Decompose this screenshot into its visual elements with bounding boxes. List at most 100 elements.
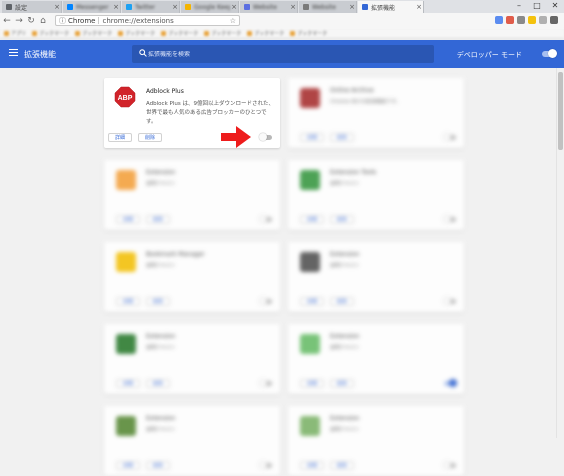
remove-button[interactable]: 削除: [330, 133, 354, 142]
minimize-icon[interactable]: –: [510, 0, 528, 13]
extension-enable-toggle[interactable]: [444, 379, 457, 387]
reload-icon[interactable]: ↻: [26, 16, 36, 26]
extension-card-adblock-plus: ABP Adblock Plus Adblock Plus は、9億回以上ダウン…: [104, 78, 280, 148]
extension-icon[interactable]: [517, 16, 525, 24]
tab-close-icon[interactable]: ×: [53, 3, 61, 11]
tab-close-icon[interactable]: ×: [230, 3, 238, 11]
extension-description: 説明テキスト: [330, 345, 360, 351]
maximize-icon[interactable]: □: [528, 0, 546, 13]
details-button[interactable]: 詳細: [300, 215, 324, 224]
details-button[interactable]: 詳細: [300, 297, 324, 306]
extension-card: Extension 説明テキスト 詳細 削除: [288, 324, 464, 394]
extension-enable-toggle[interactable]: [443, 297, 456, 305]
details-button[interactable]: 詳細: [116, 379, 140, 388]
tab-label: 設定: [15, 4, 28, 12]
url-text[interactable]: chrome://extensions: [102, 17, 229, 25]
home-icon[interactable]: ⌂: [38, 16, 48, 26]
details-button[interactable]: 詳細: [108, 133, 132, 142]
tab[interactable]: Google Keep ×: [181, 1, 239, 13]
remove-button[interactable]: 削除: [330, 379, 354, 388]
bookmark-item[interactable]: ブックマーク: [247, 30, 284, 37]
remove-button[interactable]: 削除: [146, 297, 170, 306]
extension-enable-toggle[interactable]: [259, 379, 272, 387]
extension-enable-toggle[interactable]: [443, 133, 456, 141]
details-button[interactable]: 詳細: [300, 379, 324, 388]
bookmarks-bar: アプリ ブックマーク ブックマーク ブックマーク ブックマーク ブックマーク ブックマーク ブ…: [0, 29, 564, 39]
folder-icon: [161, 31, 167, 36]
tab-label: Twitter: [135, 3, 156, 11]
bookmark-item[interactable]: ブックマーク: [118, 30, 155, 37]
tab[interactable]: Messenger ×: [63, 1, 121, 13]
extension-card: Online Archive Chrome 向けの拡張機能です。 詳細 削除: [288, 78, 464, 148]
remove-button[interactable]: 削除: [146, 215, 170, 224]
tab[interactable]: 拡張機能 ×: [358, 1, 424, 13]
tab[interactable]: Twitter ×: [122, 1, 180, 13]
bookmark-item[interactable]: ブックマーク: [75, 30, 112, 37]
extension-icon[interactable]: [495, 16, 503, 24]
folder-icon: [4, 31, 9, 36]
details-button[interactable]: 詳細: [116, 297, 140, 306]
info-icon[interactable]: ⓘ: [59, 16, 66, 26]
back-icon[interactable]: ←: [2, 16, 12, 26]
bookmark-item[interactable]: ブックマーク: [32, 30, 69, 37]
extension-description: 説明テキスト: [330, 427, 360, 433]
forward-icon[interactable]: →: [14, 16, 24, 26]
tab[interactable]: Website ×: [240, 1, 298, 13]
remove-button[interactable]: 削除: [146, 379, 170, 388]
tab-label: Google Keep: [194, 3, 230, 11]
tab-close-icon[interactable]: ×: [348, 3, 356, 11]
tab-close-icon[interactable]: ×: [171, 3, 179, 11]
extension-enable-toggle[interactable]: [259, 215, 272, 223]
bookmark-star-icon[interactable]: ☆: [230, 17, 236, 25]
extension-icon[interactable]: [528, 16, 536, 24]
extension-card: Bookmark Manager 説明テキスト 詳細 削除: [104, 242, 280, 312]
extension-title: Extension Tools: [330, 169, 377, 176]
tab-favicon-icon: [126, 4, 132, 10]
bookmark-item[interactable]: アプリ: [4, 30, 26, 37]
remove-button[interactable]: 削除: [330, 215, 354, 224]
remove-button[interactable]: 削除: [146, 461, 170, 470]
bookmark-item[interactable]: ブックマーク: [290, 30, 327, 37]
adblock-plus-icon: ABP: [114, 86, 136, 108]
extension-title: Extension: [330, 415, 360, 422]
extension-title: Extension: [146, 169, 176, 176]
address-bar[interactable]: ⓘ Chrome chrome://extensions ☆: [55, 15, 240, 26]
extension-enable-toggle[interactable]: [259, 297, 272, 305]
menu-icon[interactable]: [9, 49, 18, 58]
tab-close-icon[interactable]: ×: [289, 3, 297, 11]
extension-title: Extension: [330, 251, 360, 258]
tab-close-icon[interactable]: ×: [112, 3, 120, 11]
page-title: 拡張機能: [24, 50, 56, 59]
bookmark-item[interactable]: ブックマーク: [161, 30, 198, 37]
bookmark-item[interactable]: ブックマーク: [204, 30, 241, 37]
details-button[interactable]: 詳細: [116, 215, 140, 224]
extension-icons: [495, 16, 558, 24]
tab[interactable]: 設定 ×: [2, 1, 62, 13]
extension-icon[interactable]: [506, 16, 514, 24]
extension-enable-toggle[interactable]: [259, 133, 272, 141]
dev-mode-toggle[interactable]: [542, 49, 557, 58]
menu-icon[interactable]: [550, 16, 558, 24]
remove-button[interactable]: 削除: [330, 297, 354, 306]
red-arrow-annotation: [221, 126, 251, 148]
extension-enable-toggle[interactable]: [259, 461, 272, 469]
search-input[interactable]: [148, 50, 398, 58]
extension-enable-toggle[interactable]: [443, 215, 456, 223]
extension-icon: [116, 252, 136, 272]
extension-enable-toggle[interactable]: [443, 461, 456, 469]
details-button[interactable]: 詳細: [116, 461, 140, 470]
tab-close-icon[interactable]: ×: [415, 3, 423, 11]
bookmark-label: ブックマーク: [297, 31, 328, 37]
extension-card: Extension 説明テキスト 詳細 削除: [104, 160, 280, 230]
extension-icon: [116, 416, 136, 436]
details-button[interactable]: 詳細: [300, 461, 324, 470]
extensions-list: ABP Adblock Plus Adblock Plus は、9億回以上ダウン…: [0, 68, 564, 476]
details-button[interactable]: 詳細: [300, 133, 324, 142]
search-box[interactable]: [132, 45, 434, 63]
remove-button[interactable]: 削除: [138, 133, 162, 142]
extension-icon[interactable]: [539, 16, 547, 24]
tab[interactable]: Website ×: [299, 1, 357, 13]
remove-button[interactable]: 削除: [330, 461, 354, 470]
close-window-icon[interactable]: ✕: [546, 0, 564, 13]
scrollbar-thumb[interactable]: [558, 72, 563, 150]
